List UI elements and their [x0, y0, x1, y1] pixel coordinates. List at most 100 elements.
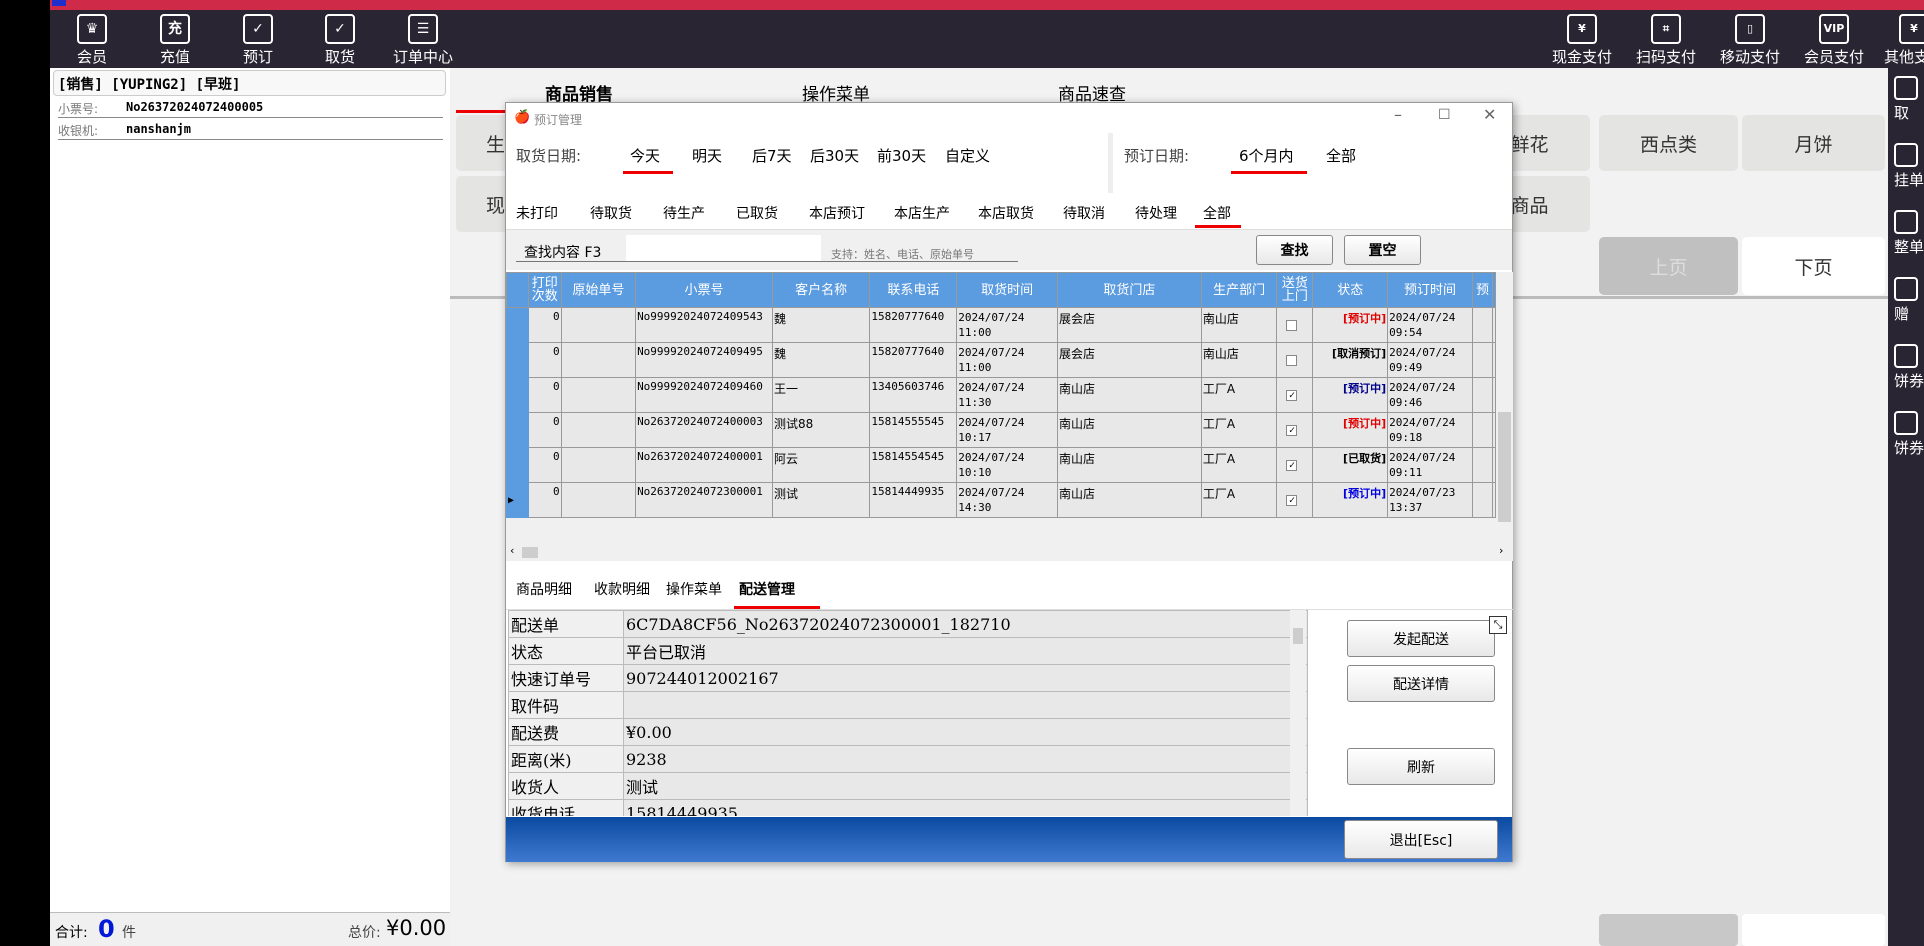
next-page-button[interactable]: 下页: [1742, 237, 1885, 295]
customer-cell: 魏: [771, 307, 871, 343]
table-row[interactable]: 0 No99992024072409543 魏 15820777640 2024/07/…: [506, 307, 1496, 343]
status-tab[interactable]: 已取货: [736, 203, 778, 223]
sidebar-button[interactable]: 饼券: [1894, 344, 1924, 391]
grid-vertical-scrollbar[interactable]: [1496, 272, 1513, 544]
column-header[interactable]: 取货门店: [1056, 272, 1202, 308]
column-header[interactable]: 原始单号: [560, 272, 637, 308]
toolbar-vip-button[interactable]: VIP 会员支付: [1794, 10, 1874, 67]
toolbar-other-pay-button[interactable]: ¥ 其他支付: [1874, 10, 1924, 67]
delivery-checkbox[interactable]: ✓: [1286, 460, 1298, 471]
scroll-thumb[interactable]: [1293, 628, 1303, 644]
delivery-checkbox[interactable]: [1286, 355, 1298, 366]
pickup-option[interactable]: 今天: [630, 145, 660, 166]
status-tab[interactable]: 未打印: [516, 203, 558, 223]
toolbar-clipboard-button[interactable]: ☰ 订单中心: [383, 10, 463, 67]
column-header[interactable]: 送货上门: [1276, 272, 1314, 308]
status-tab[interactable]: 待取货: [590, 203, 632, 223]
pickup-option[interactable]: 后7天: [752, 145, 792, 166]
detail-tab[interactable]: 操作菜单: [666, 579, 722, 599]
column-header[interactable]: 小票号: [635, 272, 773, 308]
row-header[interactable]: [506, 412, 529, 448]
pickup-option[interactable]: 明天: [692, 145, 722, 166]
grid-horizontal-scrollbar[interactable]: ‹ ›: [506, 544, 1513, 561]
search-button[interactable]: 查找: [1256, 235, 1333, 265]
column-header[interactable]: 客户名称: [771, 272, 871, 308]
toolbar-calendar-check-button[interactable]: ✓ 预订: [218, 10, 298, 67]
row-header[interactable]: [506, 342, 529, 378]
column-header[interactable]: 预: [1471, 272, 1494, 308]
pickup-option[interactable]: 后30天: [810, 145, 859, 166]
close-icon[interactable]: ✕: [1483, 105, 1496, 124]
toolbar-mobile-pay-button[interactable]: ▯ 移动支付: [1710, 10, 1790, 67]
expand-icon[interactable]: ⤡: [1489, 616, 1507, 634]
sidebar-button[interactable]: 赠: [1894, 277, 1918, 324]
sidebar-button[interactable]: 整单: [1894, 210, 1924, 257]
row-header[interactable]: [506, 447, 529, 483]
detail-tab[interactable]: 商品明细: [516, 579, 572, 599]
delivery-checkbox[interactable]: ✓: [1286, 495, 1298, 506]
status-tab[interactable]: 全部: [1203, 203, 1231, 223]
row-header[interactable]: [506, 307, 529, 343]
delivery-checkbox[interactable]: [1286, 320, 1298, 331]
column-header[interactable]: 预订时间: [1387, 272, 1473, 308]
toolbar-crown-button[interactable]: ♛ 会员: [52, 10, 132, 67]
column-header[interactable]: 生产部门: [1200, 272, 1278, 308]
status-tab[interactable]: 待取消: [1063, 203, 1105, 223]
table-row[interactable]: 0 No99992024072409495 魏 15820777640 2024/07/…: [506, 342, 1496, 378]
detail-tab[interactable]: 收款明细: [594, 579, 650, 599]
toolbar-recharge-button[interactable]: 充充值: [135, 10, 215, 67]
status-cell: [预订中]: [1312, 307, 1389, 343]
sidebar-button[interactable]: 取: [1894, 76, 1918, 123]
table-row[interactable]: 0 No99992024072409460 王一 13405603746 2024/07…: [506, 377, 1496, 413]
category-button[interactable]: 西点类: [1599, 115, 1738, 171]
refresh-button[interactable]: 刷新: [1347, 748, 1495, 785]
category-button[interactable]: 月饼: [1742, 115, 1885, 171]
clear-button[interactable]: 置空: [1344, 235, 1421, 265]
start-delivery-button[interactable]: 发起配送: [1347, 620, 1495, 657]
pickup-option[interactable]: 自定义: [945, 145, 990, 166]
order-date-option[interactable]: 全部: [1326, 145, 1356, 166]
scroll-thumb[interactable]: [1498, 412, 1511, 522]
toolbar-cash-button[interactable]: ¥ 现金支付: [1542, 10, 1622, 67]
table-row[interactable]: 0 No26372024072400001 阿云 15814554545 2024/07…: [506, 447, 1496, 483]
toolbar-label: 会员支付: [1803, 48, 1864, 66]
delivery-checkbox[interactable]: ✓: [1286, 425, 1298, 436]
column-header[interactable]: 联系电话: [869, 272, 958, 308]
status-tab[interactable]: 待生产: [663, 203, 705, 223]
detail-tab[interactable]: 配送管理: [739, 579, 795, 599]
scroll-thumb[interactable]: [522, 547, 538, 558]
row-header[interactable]: [506, 377, 529, 413]
maximize-icon[interactable]: ☐: [1438, 107, 1451, 123]
exit-button[interactable]: 退出[Esc]: [1344, 820, 1498, 859]
toolbar-bag-check-button[interactable]: ✓ 取货: [300, 10, 380, 67]
status-tab[interactable]: 本店预订: [809, 203, 865, 223]
delivery-checkbox[interactable]: ✓: [1286, 390, 1298, 401]
recharge-icon: 充: [160, 14, 190, 44]
prev-page-button[interactable]: 上页: [1599, 237, 1738, 295]
bottom-button[interactable]: [1742, 914, 1885, 946]
column-header[interactable]: 取货时间: [956, 272, 1058, 308]
order-date-option[interactable]: 6个月内: [1239, 145, 1294, 166]
scroll-left-icon[interactable]: ‹: [510, 544, 514, 557]
search-input[interactable]: [626, 235, 821, 261]
minimize-icon[interactable]: –: [1394, 105, 1402, 124]
current-row-indicator[interactable]: ▶: [506, 482, 529, 518]
pickup-time-cell: 2024/07/24 14:30: [956, 482, 1058, 518]
left-edge: [0, 0, 50, 946]
pickup-option[interactable]: 前30天: [877, 145, 926, 166]
phone-cell: 15814449935: [869, 482, 958, 518]
table-row[interactable]: ▶ 0 No26372024072300001 测试 15814449935 2024/0…: [506, 482, 1496, 518]
sidebar-button[interactable]: 挂单: [1894, 143, 1924, 190]
status-tab[interactable]: 本店生产: [894, 203, 950, 223]
column-header[interactable]: 打印次数: [527, 272, 562, 308]
toolbar-scan-button[interactable]: ⌗ 扫码支付: [1626, 10, 1706, 67]
status-tab[interactable]: 本店取货: [978, 203, 1034, 223]
status-tab[interactable]: 待处理: [1135, 203, 1177, 223]
bottom-button[interactable]: [1599, 914, 1738, 946]
detail-scrollbar[interactable]: [1290, 610, 1306, 816]
sidebar-button[interactable]: 饼券: [1894, 411, 1924, 458]
scroll-right-icon[interactable]: ›: [1499, 544, 1503, 557]
column-header[interactable]: 状态: [1312, 272, 1389, 308]
delivery-details-button[interactable]: 配送详情: [1347, 665, 1495, 702]
table-row[interactable]: 0 No26372024072400003 测试88 15814555545 2024/…: [506, 412, 1496, 448]
